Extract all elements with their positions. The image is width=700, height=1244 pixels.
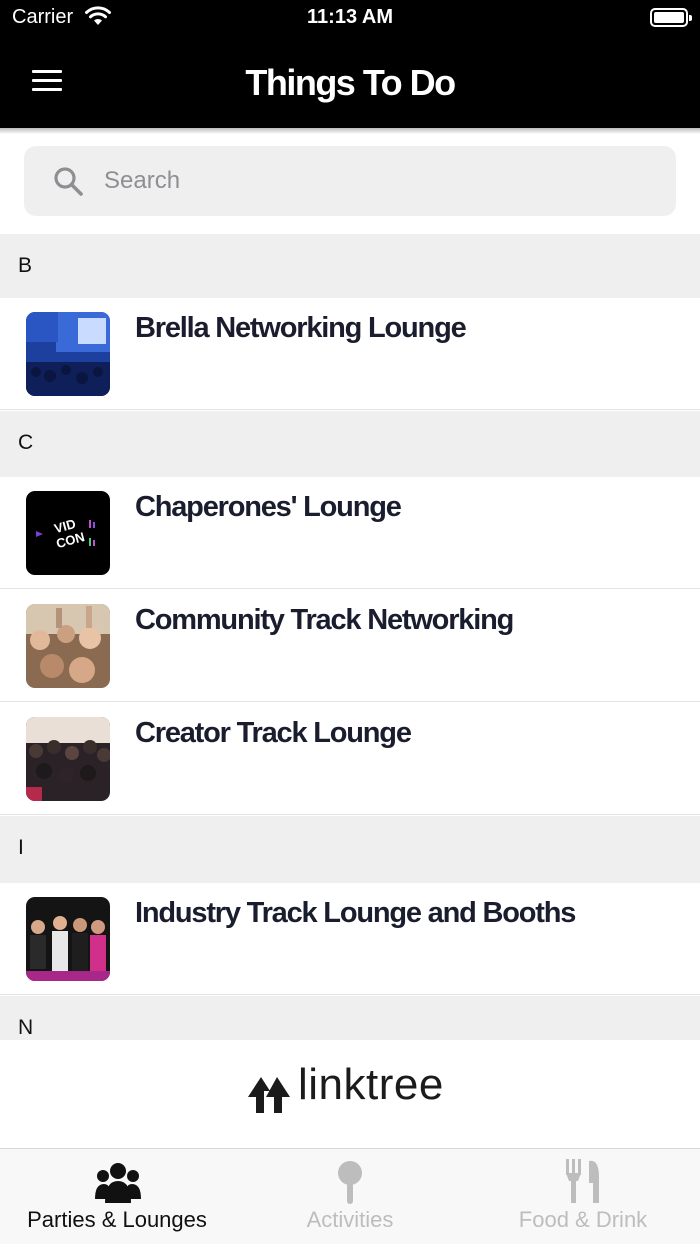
battery-icon: [650, 8, 692, 27]
group-icon: [95, 1163, 141, 1203]
list-item[interactable]: Brella Networking Lounge: [0, 298, 700, 410]
tab-activities[interactable]: Activities: [234, 1149, 466, 1244]
search-icon: [54, 167, 83, 196]
section-header-n: N: [0, 996, 700, 1040]
thumbnail-image: [26, 717, 110, 801]
tab-label: Activities: [306, 1207, 394, 1232]
thumbnail-image: [26, 897, 110, 981]
item-title: Creator Track Lounge: [135, 717, 412, 749]
page-title: Things To Do: [245, 62, 456, 103]
search-bar[interactable]: [24, 146, 676, 216]
linktree-logo-icon: [248, 1077, 290, 1113]
section-letter: B: [18, 254, 33, 277]
section-header-c: C: [0, 411, 700, 477]
vidcon-logo-thumbnail: VID CON: [26, 491, 110, 575]
header-shadow: [0, 128, 700, 134]
item-title: Brella Networking Lounge: [135, 312, 467, 344]
list-item[interactable]: Community Track Networking: [0, 590, 700, 702]
linktree-wordmark: linktree: [298, 1060, 444, 1109]
linktree-banner[interactable]: linktree: [0, 1040, 700, 1148]
thumbnail-image: [26, 312, 110, 396]
section-header-b: B: [0, 234, 700, 298]
thumbnail-image: [26, 604, 110, 688]
item-title: Community Track Networking: [135, 604, 514, 636]
status-bar: Carrier 11:13 AM: [0, 0, 700, 36]
clock: 11:13 AM: [307, 6, 393, 28]
section-letter: C: [18, 431, 34, 454]
list-item[interactable]: Creator Track Lounge: [0, 703, 700, 815]
section-header-i: I: [0, 816, 700, 883]
item-title: Industry Track Lounge and Booths: [135, 897, 576, 929]
tab-label: Food & Drink: [518, 1207, 648, 1232]
section-letter: N: [18, 1016, 34, 1039]
pin-icon: [338, 1161, 362, 1204]
search-input[interactable]: [104, 158, 644, 204]
top-navigation-bar: Carrier 11:13 AM Things To Do: [0, 0, 700, 128]
tab-parties-lounges[interactable]: Parties & Lounges: [0, 1149, 234, 1244]
section-letter: I: [18, 836, 24, 859]
tab-food-drink[interactable]: Food & Drink: [466, 1149, 700, 1244]
bottom-tab-bar: Parties & Lounges Activities Food & Drin…: [0, 1148, 700, 1244]
list-item[interactable]: VID CON Chaperones' Lounge: [0, 477, 700, 589]
item-title: Chaperones' Lounge: [135, 491, 402, 523]
tab-label: Parties & Lounges: [27, 1207, 207, 1232]
fork-knife-icon: [566, 1159, 599, 1203]
list-item[interactable]: Industry Track Lounge and Booths: [0, 883, 700, 995]
